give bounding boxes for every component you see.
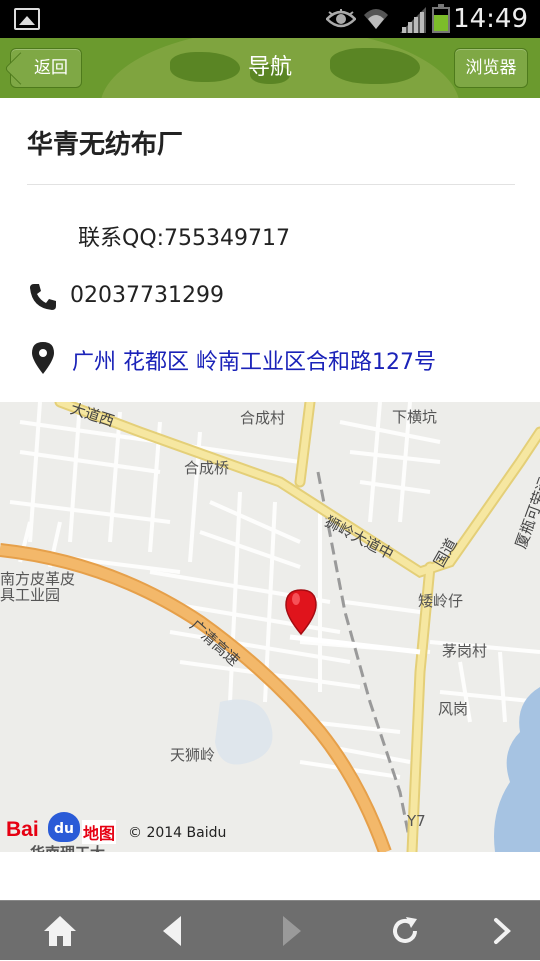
- status-bar: 14:49: [0, 0, 540, 38]
- place-name: 华青无纺布厂: [27, 130, 184, 160]
- map-label: 下横坑: [392, 408, 438, 426]
- eye-icon: [326, 9, 356, 28]
- baidu-logo-text: Bai: [6, 818, 39, 841]
- divider: [27, 184, 515, 185]
- map-label: 茅岗村: [442, 642, 488, 660]
- qq-contact: 联系QQ:755349717: [78, 226, 291, 251]
- more-button[interactable]: [472, 901, 532, 961]
- home-button[interactable]: [30, 901, 90, 961]
- back-arrow-icon: [163, 916, 181, 946]
- map-view[interactable]: 大道西 合成村 下横坑 合成桥 狮岭大道中 厦瓶可劳运 国道 南方皮革皮 具工业…: [0, 402, 540, 852]
- baidu-map-text: 地图: [82, 820, 117, 844]
- map-label: Y7: [407, 812, 426, 830]
- location-pin-icon: [32, 342, 54, 374]
- location-marker-icon[interactable]: [284, 588, 318, 636]
- gallery-icon: [14, 8, 40, 30]
- wifi-icon: [364, 9, 388, 29]
- map-label: 矮岭仔: [418, 592, 464, 610]
- refresh-button[interactable]: [375, 901, 435, 961]
- browser-button[interactable]: 浏览器: [454, 48, 528, 88]
- map-label: 具工业园: [0, 586, 61, 604]
- phone-number[interactable]: 02037731299: [70, 283, 224, 308]
- baidu-logo: Bai du 地图: [4, 808, 124, 846]
- map-label: 天狮岭: [170, 746, 216, 764]
- battery-icon: [432, 4, 450, 33]
- clock: 14:49: [453, 4, 528, 34]
- refresh-icon: [393, 917, 417, 943]
- map-canvas: [0, 402, 540, 852]
- signal-icon: [400, 7, 426, 33]
- forward-nav-button[interactable]: [262, 901, 322, 961]
- back-button[interactable]: 返回: [10, 48, 82, 88]
- browser-nav-bar: [0, 900, 540, 960]
- map-copyright: © 2014 Baidu: [128, 825, 227, 841]
- home-icon: [44, 916, 76, 946]
- back-button-label: 返回: [34, 58, 68, 78]
- map-label: 合成村: [240, 409, 286, 427]
- more-arrow-icon: [494, 918, 511, 944]
- title-bar: 导航 返回 浏览器: [0, 38, 540, 98]
- forward-arrow-icon: [283, 916, 301, 946]
- back-nav-button[interactable]: [142, 901, 202, 961]
- address-link[interactable]: 广州 花都区 岭南工业区合和路127号: [72, 344, 436, 376]
- map-label: 合成桥: [184, 459, 230, 477]
- map-label: 风岗: [438, 700, 469, 718]
- baidu-paw-icon: du: [48, 812, 80, 842]
- phone-icon: [30, 284, 56, 310]
